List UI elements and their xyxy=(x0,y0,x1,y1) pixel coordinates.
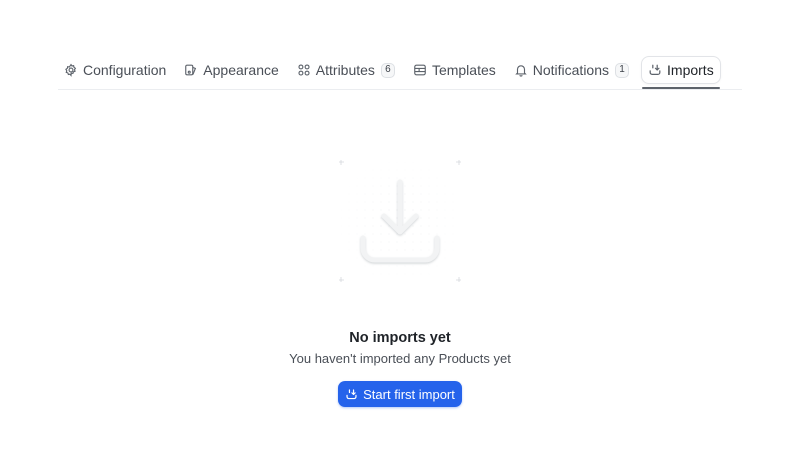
import-icon xyxy=(648,63,662,77)
tab-templates[interactable]: Templates xyxy=(407,56,502,84)
tab-label: Configuration xyxy=(83,62,167,78)
empty-state-subtitle: You haven't imported any Products yet xyxy=(289,351,511,366)
count-badge: 1 xyxy=(615,62,630,78)
grid-icon xyxy=(297,63,311,77)
start-first-import-button[interactable]: Start first import xyxy=(338,381,462,407)
gear-icon xyxy=(64,63,78,77)
tab-bar: Configuration Appearance Attributes 6 Te… xyxy=(58,56,742,90)
empty-state-illustration xyxy=(338,159,462,283)
tab-appearance[interactable]: Appearance xyxy=(178,56,285,84)
button-label: Start first import xyxy=(363,386,455,402)
palette-icon xyxy=(184,63,198,77)
count-badge: 6 xyxy=(380,62,395,78)
tab-imports[interactable]: Imports xyxy=(641,56,721,89)
tab-label: Attributes xyxy=(315,62,375,78)
tab-label: Notifications xyxy=(532,62,610,78)
layers-icon xyxy=(413,63,427,77)
tab-label: Appearance xyxy=(203,62,279,78)
tab-configuration[interactable]: Configuration xyxy=(58,56,172,84)
tab-attributes[interactable]: Attributes 6 xyxy=(291,56,401,84)
download-icon xyxy=(338,159,462,283)
tab-label: Templates xyxy=(431,62,496,78)
page: Configuration Appearance Attributes 6 Te… xyxy=(0,0,800,468)
import-icon xyxy=(345,388,358,401)
tab-label: Imports xyxy=(667,62,714,78)
bell-icon xyxy=(514,63,528,77)
tab-notifications[interactable]: Notifications 1 xyxy=(508,56,635,84)
empty-state-title: No imports yet xyxy=(349,330,451,346)
